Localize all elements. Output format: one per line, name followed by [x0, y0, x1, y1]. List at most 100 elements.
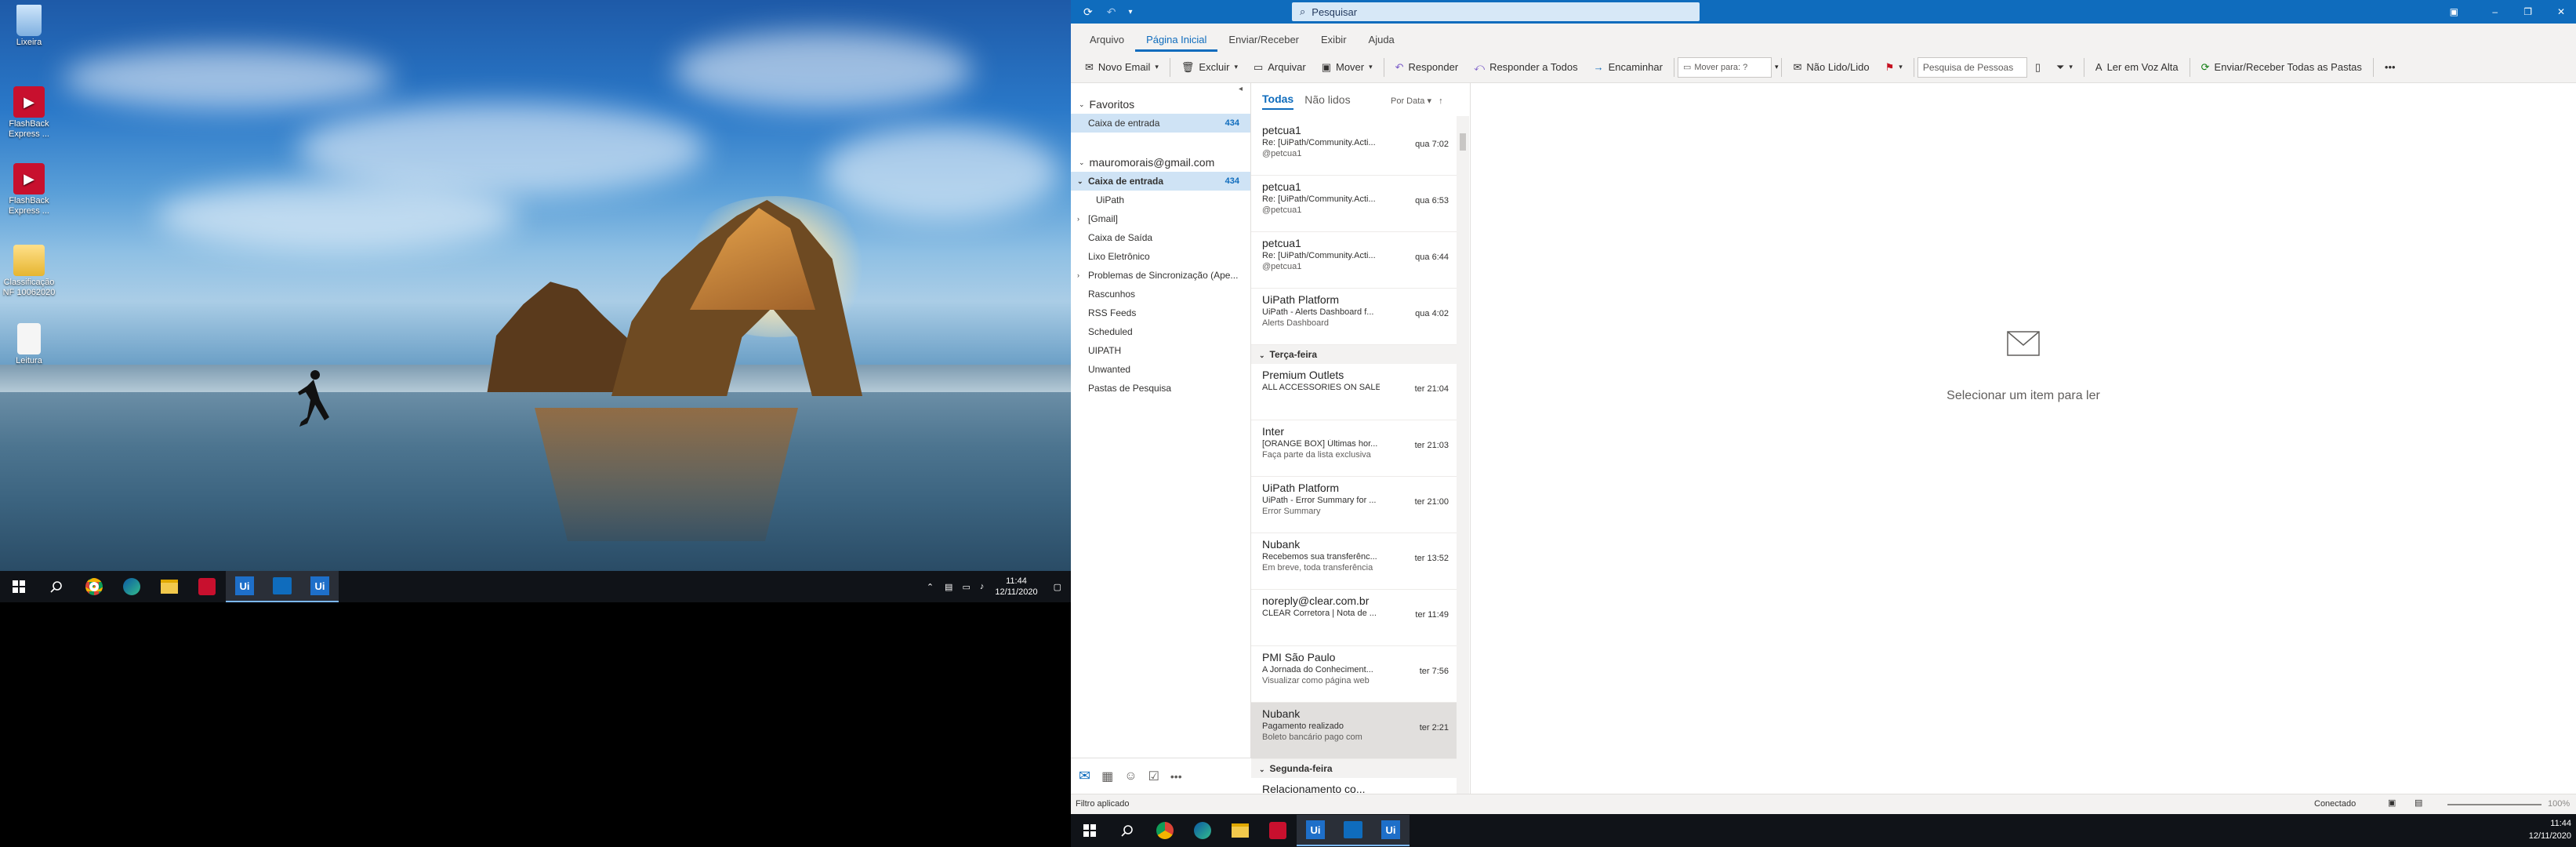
chevron-up-icon[interactable]: ⌃ [920, 582, 940, 592]
message-item[interactable]: UiPath Platform UiPath - Alerts Dashboard… [1251, 289, 1457, 345]
message-item[interactable]: Nubank Pagamento realizado Boleto bancário… [1251, 703, 1457, 759]
file-explorer-taskbar-button[interactable] [151, 571, 188, 602]
tab-all[interactable]: Todas [1262, 93, 1294, 110]
uipath-studio-taskbar-button[interactable]: Ui [226, 571, 263, 602]
menu-tab-file[interactable]: Arquivo [1079, 34, 1135, 52]
folder-uipath-upper[interactable]: UIPATH [1071, 341, 1250, 360]
folder-outbox[interactable]: Caixa de Saída [1071, 228, 1250, 247]
group-header-monday[interactable]: ⌄ Segunda-feira [1251, 759, 1457, 778]
desktop-icon-folder[interactable]: Classificação NF 10062020 [2, 245, 56, 298]
chevron-down-icon[interactable]: ▾ [1775, 63, 1779, 71]
menu-tab-view[interactable]: Exibir [1310, 34, 1358, 52]
folder-sync-issues[interactable]: › Problemas de Sincronização (Ape... [1071, 266, 1250, 285]
sort-direction-icon[interactable]: ↑ [1439, 96, 1443, 106]
edge-taskbar-button-right[interactable] [1184, 815, 1221, 846]
sync-icon[interactable]: ⟳ [1083, 5, 1093, 19]
send-receive-all-button[interactable]: ⟳ Enviar/Receber Todas as Pastas [2193, 56, 2370, 79]
network-icon[interactable]: ▤ [940, 582, 957, 592]
reply-button[interactable]: ↶ Responder [1388, 56, 1467, 79]
tab-unread[interactable]: Não lidos [1304, 93, 1350, 109]
folder-inbox[interactable]: ⌄ Caixa de entrada 434 [1071, 172, 1250, 191]
edge-taskbar-button[interactable] [113, 571, 151, 602]
message-item[interactable]: UiPath Platform UiPath - Error Summary fo… [1251, 477, 1457, 533]
flag-button[interactable]: ⚑ ▾ [1878, 56, 1910, 79]
folder-junk[interactable]: Lixo Eletrônico [1071, 247, 1250, 266]
reading-view-icon[interactable]: ▤ [2415, 798, 2422, 808]
message-item[interactable]: petcua1 Re: [UiPath/Community.Acti... @pet… [1251, 176, 1457, 232]
desktop-icon-flashback-1[interactable]: ▶ FlashBack Express ... [2, 86, 56, 140]
outlook-taskbar-button-right[interactable] [1334, 815, 1372, 846]
people-search-input[interactable]: Pesquisa de Pessoas [1917, 56, 2027, 78]
message-item[interactable]: Premium Outlets ALL ACCESSORIES ON SALE!.… [1251, 364, 1457, 420]
delete-button[interactable]: 🗑︎ Excluir ▾ [1174, 56, 1246, 79]
unread-read-button[interactable]: ✉ Não Lido/Lido [1785, 56, 1877, 79]
taskbar-search-button[interactable] [38, 571, 75, 602]
reply-all-button[interactable]: ⤺ Responder a Todos [1466, 56, 1585, 79]
clock[interactable]: 11:44 12/11/2020 [989, 576, 1043, 598]
mail-icon[interactable]: ✉ [1079, 768, 1090, 784]
flashback-taskbar-button[interactable] [188, 571, 226, 602]
message-item[interactable]: noreply@clear.com.br CLEAR Corretora | No… [1251, 590, 1457, 646]
menu-tab-help[interactable]: Ajuda [1358, 34, 1406, 52]
notifications-icon[interactable]: ▢ [1044, 582, 1071, 592]
forward-button[interactable]: → Encaminhar [1586, 56, 1671, 79]
address-book-button[interactable]: ▯ [2027, 56, 2048, 79]
favorites-header[interactable]: ⌄ Favoritos [1071, 93, 1250, 114]
chrome-taskbar-button[interactable] [75, 571, 113, 602]
normal-view-icon[interactable]: ▣ [2388, 798, 2396, 808]
chrome-taskbar-button-right[interactable] [1146, 815, 1184, 846]
archive-button[interactable]: ▭ Arquivar [1246, 56, 1314, 79]
people-icon[interactable]: ☺ [1124, 769, 1137, 783]
message-item[interactable]: petcua1 Re: [UiPath/Community.Acti... @pet… [1251, 119, 1457, 176]
desktop-icon-flashback-2[interactable]: ▶ FlashBack Express ... [2, 163, 56, 216]
start-button-right[interactable] [1071, 815, 1108, 846]
filter-button[interactable]: ⏷ ▾ [2048, 56, 2081, 79]
folder-search-folders[interactable]: Pastas de Pesquisa [1071, 379, 1250, 398]
collapse-pane-icon[interactable]: ◂ [1071, 83, 1250, 93]
message-item[interactable]: petcua1 Re: [UiPath/Community.Acti... @pet… [1251, 232, 1457, 289]
account-header[interactable]: ⌄ mauromorais@gmail.com [1071, 151, 1250, 172]
volume-icon[interactable]: ♪ [975, 582, 989, 591]
desktop-icon-recycle-bin[interactable]: Lixeira [2, 5, 56, 48]
desktop-icon-document[interactable]: Leitura [2, 323, 56, 366]
taskbar-search-button-right[interactable] [1108, 815, 1146, 846]
undo-icon[interactable]: ↶ [1107, 5, 1116, 19]
menu-tab-home[interactable]: Página Inicial [1135, 34, 1218, 52]
start-button[interactable] [0, 571, 38, 602]
zoom-level[interactable]: 100% [2548, 799, 2570, 809]
message-item[interactable]: PMI São Paulo A Jornada do Conheciment...… [1251, 646, 1457, 703]
folder-uipath[interactable]: UiPath [1071, 191, 1250, 209]
folder-scheduled[interactable]: Scheduled [1071, 322, 1250, 341]
close-button[interactable]: ✕ [2557, 6, 2565, 17]
new-email-button[interactable]: ✉ Novo Email ▾ [1077, 56, 1166, 79]
more-options-button[interactable]: ••• [2377, 56, 2404, 79]
search-input[interactable]: ⌕ Pesquisar [1292, 2, 1700, 21]
outlook-taskbar-button[interactable] [263, 571, 301, 602]
folder-drafts[interactable]: Rascunhos [1071, 285, 1250, 304]
uipath-assistant-taskbar-button[interactable]: Ui [301, 571, 339, 602]
more-icon[interactable]: ••• [1170, 770, 1182, 783]
message-item[interactable]: Nubank Recebemos sua transferênc... Em bre… [1251, 533, 1457, 590]
calendar-icon[interactable]: ▦ [1101, 769, 1113, 784]
group-header-tuesday[interactable]: ⌄ Terça-feira [1251, 345, 1457, 364]
battery-icon[interactable]: ▭ [957, 582, 974, 592]
folder-unwanted[interactable]: Unwanted [1071, 360, 1250, 379]
sort-by-dropdown[interactable]: Por Data ▾ ↑ [1391, 96, 1443, 106]
menu-tab-send-receive[interactable]: Enviar/Receber [1217, 34, 1310, 52]
quick-access-dropdown-icon[interactable]: ▾ [1128, 8, 1132, 16]
favorite-inbox[interactable]: Caixa de entrada 434 [1071, 114, 1250, 133]
zoom-slider[interactable] [2447, 804, 2542, 805]
folder-rss-feeds[interactable]: RSS Feeds [1071, 304, 1250, 322]
folder-gmail[interactable]: › [Gmail] [1071, 209, 1250, 228]
message-list-scrollbar[interactable] [1457, 116, 1469, 794]
maximize-button[interactable]: ❐ [2523, 6, 2532, 17]
flashback-taskbar-button-right[interactable] [1259, 815, 1297, 846]
move-to-quick-step[interactable]: ▭ Mover para: ? [1677, 56, 1772, 78]
read-aloud-button[interactable]: A Ler em Voz Alta [2088, 56, 2186, 79]
file-explorer-taskbar-button-right[interactable] [1221, 815, 1259, 846]
message-item[interactable]: Inter [ORANGE BOX] Últimas hor... Faça par… [1251, 420, 1457, 477]
clock-right[interactable]: 11:44 12/11/2020 [2529, 817, 2571, 842]
uipath-assistant-taskbar-button-right[interactable]: Ui [1372, 815, 1410, 846]
tasks-icon[interactable]: ☑ [1148, 769, 1159, 784]
ribbon-display-icon[interactable]: ▣ [2450, 6, 2458, 17]
